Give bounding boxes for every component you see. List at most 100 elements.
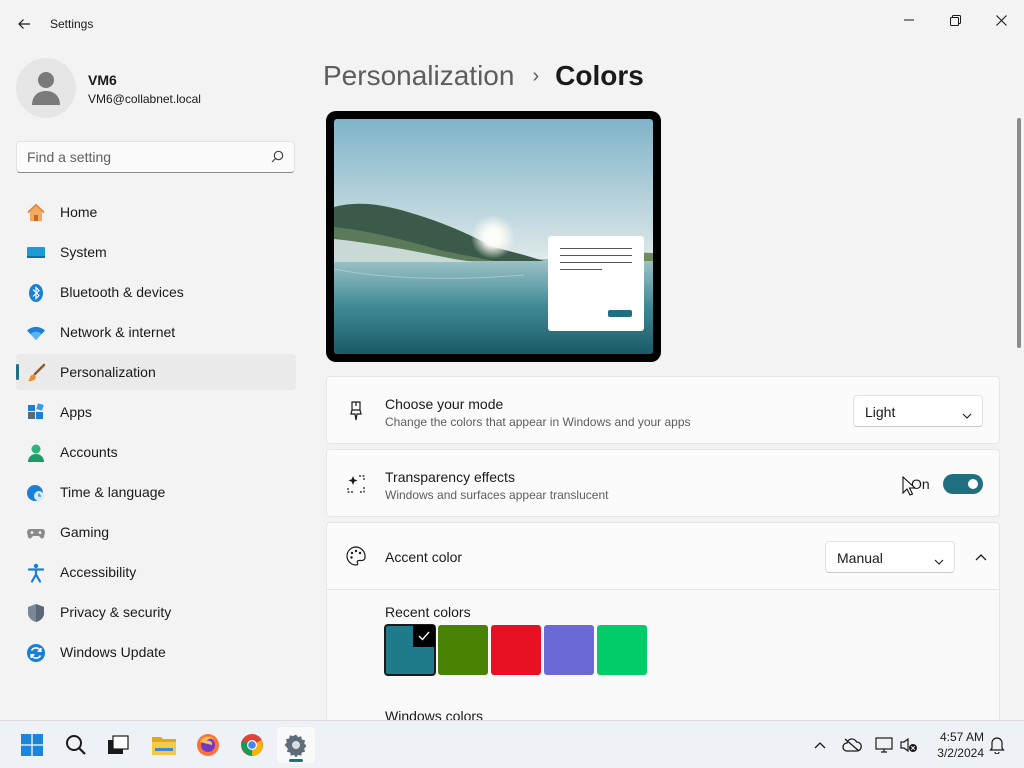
system-icon xyxy=(26,243,46,263)
display-icon[interactable] xyxy=(873,734,895,756)
choose-mode-subtitle: Change the colors that appear in Windows… xyxy=(385,415,691,429)
transparency-subtitle: Windows and surfaces appear translucent xyxy=(385,488,609,502)
sidebar-item-apps[interactable]: Apps xyxy=(16,394,296,430)
task-view-icon[interactable] xyxy=(99,727,137,763)
minimize-icon[interactable] xyxy=(886,4,932,36)
palette-icon xyxy=(345,545,367,567)
taskbar-clock[interactable]: 4:57 AM 3/2/2024 xyxy=(928,729,984,761)
accent-color-card: Accent color Manual Recent colors Window… xyxy=(326,522,1000,732)
preview-window-mock xyxy=(548,236,644,331)
accent-mode-dropdown[interactable]: Manual xyxy=(825,541,955,573)
recent-colors-label: Recent colors xyxy=(385,604,471,620)
mode-dropdown[interactable]: Light xyxy=(853,395,983,427)
transparency-sparkle-icon xyxy=(345,473,367,495)
transparency-toggle[interactable] xyxy=(943,474,983,494)
user-email: VM6@collabnet.local xyxy=(88,92,201,106)
breadcrumb-parent-link[interactable]: Personalization xyxy=(323,60,514,92)
sidebar-item-label: Personalization xyxy=(60,364,156,380)
paint-bucket-icon xyxy=(345,400,367,422)
recent-color-swatch[interactable] xyxy=(544,625,594,675)
sidebar-item-system[interactable]: System xyxy=(16,234,296,270)
recent-color-swatch[interactable] xyxy=(491,625,541,675)
volume-mute-icon[interactable] xyxy=(898,734,920,756)
chevron-down-icon xyxy=(962,407,972,425)
wifi-icon xyxy=(26,323,46,343)
close-icon[interactable] xyxy=(978,4,1024,36)
scrollbar-thumb[interactable] xyxy=(1017,118,1021,348)
sidebar-item-label: Accounts xyxy=(60,444,118,460)
shield-icon xyxy=(26,603,46,623)
sidebar-item-label: Home xyxy=(60,204,98,220)
sidebar-item-label: System xyxy=(60,244,107,260)
theme-preview xyxy=(326,111,661,362)
app-title: Settings xyxy=(50,17,94,31)
windows-start-icon[interactable] xyxy=(13,727,51,763)
sidebar-item-label: Bluetooth & devices xyxy=(60,284,184,300)
sidebar-nav: Home System Bluetooth & devices Network … xyxy=(16,194,296,674)
file-explorer-icon[interactable] xyxy=(145,727,183,763)
avatar xyxy=(16,58,76,118)
mouse-cursor-icon xyxy=(902,475,917,501)
recent-color-swatch[interactable] xyxy=(597,625,647,675)
chevron-down-icon xyxy=(934,553,944,571)
checkmark-icon xyxy=(413,625,435,647)
time-language-icon xyxy=(26,483,46,503)
settings-gear-icon[interactable] xyxy=(277,727,315,763)
search-icon[interactable] xyxy=(271,150,284,168)
windows-update-icon xyxy=(26,643,46,663)
choose-mode-card: Choose your mode Change the colors that … xyxy=(326,376,1000,444)
sidebar-item-label: Accessibility xyxy=(60,564,137,580)
taskbar: 4:57 AM 3/2/2024 xyxy=(0,720,1024,768)
chrome-icon[interactable] xyxy=(233,727,271,763)
recent-colors-list xyxy=(384,624,650,676)
sidebar-item-privacy-security[interactable]: Privacy & security xyxy=(16,594,296,630)
restore-icon[interactable] xyxy=(932,4,978,36)
accounts-icon xyxy=(26,443,46,463)
chevron-up-icon[interactable] xyxy=(809,734,831,756)
search-input[interactable] xyxy=(17,142,267,172)
chevron-up-icon[interactable] xyxy=(967,543,995,571)
search-icon[interactable] xyxy=(57,727,95,763)
bluetooth-icon xyxy=(26,283,46,303)
sidebar-item-gaming[interactable]: Gaming xyxy=(16,514,296,550)
accent-color-title: Accent color xyxy=(385,549,463,565)
gaming-icon xyxy=(26,523,46,543)
apps-icon xyxy=(26,403,46,423)
brush-icon xyxy=(26,363,46,383)
page-title: Colors xyxy=(555,60,644,91)
sidebar-item-bluetooth[interactable]: Bluetooth & devices xyxy=(16,274,296,310)
accent-dropdown-value: Manual xyxy=(837,550,883,566)
sidebar-item-accessibility[interactable]: Accessibility xyxy=(16,554,296,590)
accessibility-icon xyxy=(26,563,46,583)
choose-mode-title: Choose your mode xyxy=(385,396,504,412)
sidebar-item-label: Privacy & security xyxy=(60,604,172,620)
firefox-icon[interactable] xyxy=(189,727,227,763)
sidebar-item-home[interactable]: Home xyxy=(16,194,296,230)
title-bar: Settings xyxy=(0,0,1024,48)
breadcrumb: Personalization › Colors xyxy=(323,58,644,94)
sidebar-item-network[interactable]: Network & internet xyxy=(16,314,296,350)
sidebar-item-accounts[interactable]: Accounts xyxy=(16,434,296,470)
sidebar-item-label: Windows Update xyxy=(60,644,166,660)
transparency-title: Transparency effects xyxy=(385,469,515,485)
user-name: VM6 xyxy=(88,72,117,88)
wallpaper-preview-image xyxy=(334,119,653,354)
home-icon xyxy=(26,203,46,223)
sidebar-item-label: Network & internet xyxy=(60,324,176,340)
recent-color-swatch[interactable] xyxy=(438,625,488,675)
sidebar-item-label: Gaming xyxy=(60,524,110,540)
accent-color-expanded-panel: Recent colors Windows colors xyxy=(327,589,999,729)
onedrive-icon[interactable] xyxy=(841,734,863,756)
sidebar-item-time-language[interactable]: Time & language xyxy=(16,474,296,510)
sidebar-item-label: Apps xyxy=(60,404,92,420)
recent-color-swatch[interactable] xyxy=(384,624,436,676)
search-box[interactable] xyxy=(16,141,295,173)
transparency-card: Transparency effects Windows and surface… xyxy=(326,449,1000,517)
toggle-knob xyxy=(968,479,978,489)
sidebar-item-label: Time & language xyxy=(60,484,166,500)
sidebar-item-personalization[interactable]: Personalization xyxy=(16,354,296,390)
notification-bell-icon[interactable] xyxy=(986,734,1008,756)
back-arrow-icon[interactable] xyxy=(10,10,38,38)
mode-dropdown-value: Light xyxy=(865,404,896,420)
sidebar-item-windows-update[interactable]: Windows Update xyxy=(16,634,296,670)
